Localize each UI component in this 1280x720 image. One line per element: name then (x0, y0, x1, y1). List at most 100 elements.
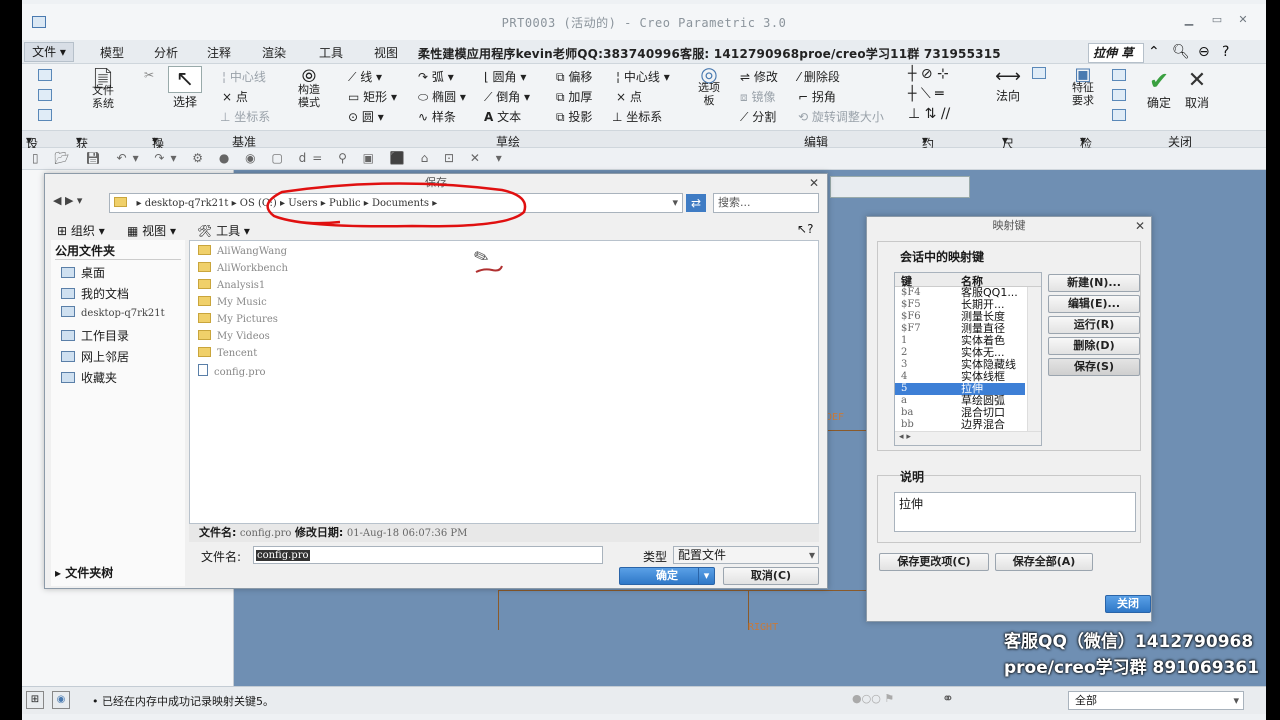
file-item[interactable]: AliWangWang (198, 245, 287, 257)
cut-icon[interactable]: ✂ (144, 68, 154, 82)
group-get-data[interactable]: 获取数据 ▾ (76, 133, 88, 202)
point-sketch-button[interactable]: × 点 (616, 88, 642, 105)
file-system-button[interactable]: 📄︎ 文件 系统 (86, 68, 120, 110)
setup-icon-3[interactable] (38, 108, 55, 122)
centerline-sketch-button[interactable]: ¦ 中心线 ▾ (616, 68, 670, 85)
organize-menu[interactable]: ⊞ 组织 ▾ (57, 222, 105, 239)
side-item-desktop[interactable]: 桌面 (61, 264, 105, 281)
save-ok-button[interactable]: 确定 ▾ (619, 567, 715, 585)
mapkey-row[interactable]: $F4 客服QQ1... (895, 287, 1025, 299)
dimension-icons[interactable] (1032, 66, 1049, 80)
side-item-favorites[interactable]: 收藏夹 (61, 369, 117, 386)
spline-button[interactable]: ∿ 样条 (418, 108, 456, 125)
mapkey-row[interactable]: 5 拉伸 (895, 383, 1025, 395)
group-inspect[interactable]: 检查 ▾ (1080, 133, 1092, 168)
divide-button[interactable]: ⟋ 分割 (740, 108, 776, 125)
line-button[interactable]: ⟋ 线 ▾ (348, 68, 382, 85)
side-item-documents[interactable]: 我的文档 (61, 285, 129, 302)
setup-icon-1[interactable] (38, 68, 55, 82)
quick-access-icons[interactable]: ▯ 📂︎ 💾︎ ↶▾ ↷▾ ⚙ ● ◉ ▢ d= ⚲ ▣ ⬛ ⌂ ⊡ ✕ ▾ (32, 151, 508, 165)
mapkey-row[interactable]: $F7 测量直径 (895, 323, 1025, 335)
whats-this-icon[interactable]: ↖? (797, 222, 813, 236)
inspect-icon-3[interactable] (1112, 108, 1129, 122)
settings-icon[interactable]: ⊖ (1198, 44, 1210, 60)
arc-button[interactable]: ↷ 弧 ▾ (418, 68, 454, 85)
offset-button[interactable]: ⧉ 偏移 (556, 68, 592, 85)
file-item[interactable]: config.pro (198, 364, 266, 378)
find-icon[interactable]: ⚭ (942, 691, 954, 707)
description-field[interactable]: 拉伸 (894, 492, 1136, 532)
group-dimension[interactable]: 尺寸 ▾ (1002, 133, 1014, 168)
file-item[interactable]: Tencent (198, 347, 257, 359)
file-item[interactable]: My Music (198, 296, 267, 308)
mapkey-new-button[interactable]: 新建(N)... (1048, 274, 1140, 292)
group-operations[interactable]: 操作 ▾ (152, 133, 164, 168)
mapkey-delete-button[interactable]: 删除(D) (1048, 337, 1140, 355)
file-menu[interactable]: 文件 ▾ (24, 42, 74, 62)
modify-button[interactable]: ⇌ 修改 (740, 68, 778, 85)
centerline-datum-button[interactable]: ¦ 中心线 (222, 68, 266, 85)
mapkey-dialog-close-icon[interactable]: ✕ (1135, 219, 1145, 233)
collapse-ribbon-icon[interactable]: ⌃ (1148, 44, 1160, 60)
mapkey-vscroll[interactable] (1027, 287, 1041, 431)
constraint-vertical-icon[interactable]: ┼ ⊘ ⊹ (908, 66, 949, 82)
tab-render[interactable]: 渲染 (262, 44, 286, 61)
mapkey-row[interactable]: 4 实体线框 (895, 371, 1025, 383)
corner-button[interactable]: ⌐ 拐角 (798, 88, 836, 105)
inspect-icon-1[interactable] (1112, 68, 1129, 82)
delete-segment-button[interactable]: ⁄ 删除段 (798, 68, 840, 85)
mapkey-list[interactable]: 键 名称 $F4 客服QQ1... $F5 长期开... $F6 测量长度 $F7 测量直径 1… (894, 272, 1042, 446)
minimize-button[interactable]: ▁ (1182, 14, 1196, 26)
mapkey-save-button[interactable]: 保存(S) (1048, 358, 1140, 376)
ellipse-button[interactable]: ⬭ 椭圆 ▾ (418, 88, 466, 105)
mapkey-row[interactable]: 3 实体隐藏线 (895, 359, 1025, 371)
ok-sketch-button[interactable]: ✔ 确定 (1144, 68, 1174, 111)
circle-button[interactable]: ⊙ 圆 ▾ (348, 108, 384, 125)
view-menu[interactable]: ▦ 视图 ▾ (127, 222, 176, 239)
tab-view[interactable]: 视图 (374, 44, 398, 61)
group-setup[interactable]: 设置 ▾ (26, 133, 38, 168)
mapkey-row[interactable]: $F6 测量长度 (895, 311, 1025, 323)
point-datum-button[interactable]: × 点 (222, 88, 248, 105)
setup-icon-2[interactable] (38, 88, 55, 102)
save-dialog-close-icon[interactable]: ✕ (809, 176, 819, 190)
file-item[interactable]: Analysis1 (198, 279, 265, 291)
search-input[interactable]: 搜索... (713, 193, 819, 213)
type-select[interactable]: 配置文件 ▾ (673, 546, 819, 564)
thicken-button[interactable]: ⧉ 加厚 (556, 88, 592, 105)
file-item[interactable]: My Pictures (198, 313, 278, 325)
save-cancel-button[interactable]: 取消(C) (723, 567, 819, 585)
rectangle-button[interactable]: ▭ 矩形 ▾ (348, 88, 397, 105)
filename-input[interactable]: config.pro (253, 546, 603, 564)
toggle-navigator-icon[interactable]: ⊞ (26, 691, 44, 709)
tab-extrude[interactable]: 拉伸 草绘 (1088, 43, 1144, 78)
coord-sketch-button[interactable]: ⊥ 坐标系 (612, 108, 662, 125)
close-button[interactable]: ✕ (1236, 14, 1250, 26)
tab-tools[interactable]: 工具 (319, 44, 343, 61)
project-button[interactable]: ⧉ 投影 (556, 108, 592, 125)
mapkey-row[interactable]: ba 混合切口 (895, 407, 1025, 419)
tab-model[interactable]: 模型 (100, 44, 124, 61)
feature-requirements-button[interactable]: ▣ 特征 要求 (1066, 66, 1100, 108)
save-all-button[interactable]: 保存全部(A) (995, 553, 1093, 571)
select-button[interactable]: ↖ 选择 (168, 66, 202, 110)
constraint-parallel-icon[interactable]: ⊥ ⇅ // (908, 106, 950, 122)
refresh-icon[interactable]: ⇄ (686, 194, 706, 212)
cancel-sketch-button[interactable]: ✕ 取消 (1182, 68, 1212, 111)
mapkey-run-button[interactable]: 运行(R) (1048, 316, 1140, 334)
sketch-view-toolbar[interactable] (830, 176, 970, 198)
inspect-icon-2[interactable] (1112, 88, 1129, 102)
mapkey-row[interactable]: a 草绘圆弧 (895, 395, 1025, 407)
search-icon[interactable]: 🔍︎ (1172, 44, 1190, 60)
tab-analysis[interactable]: 分析 (154, 44, 178, 61)
side-item-computer[interactable]: desktop-q7rk21t (61, 306, 165, 319)
palette-button[interactable]: ◎ 选项 板 (692, 64, 726, 107)
text-button[interactable]: A 文本 (484, 108, 521, 125)
mapkey-hscroll[interactable]: ◂ ▸ (895, 431, 1041, 445)
rotate-resize-button[interactable]: ⟲ 旋转调整大小 (798, 108, 884, 125)
file-item[interactable]: AliWorkbench (198, 262, 288, 274)
normal-dimension-button[interactable]: ⟷ 法向 (990, 66, 1026, 104)
mapkey-row[interactable]: 1 实体着色 (895, 335, 1025, 347)
tools-menu[interactable]: 🛠︎ 工具 ▾ (197, 222, 250, 239)
mapkey-edit-button[interactable]: 编辑(E)... (1048, 295, 1140, 313)
